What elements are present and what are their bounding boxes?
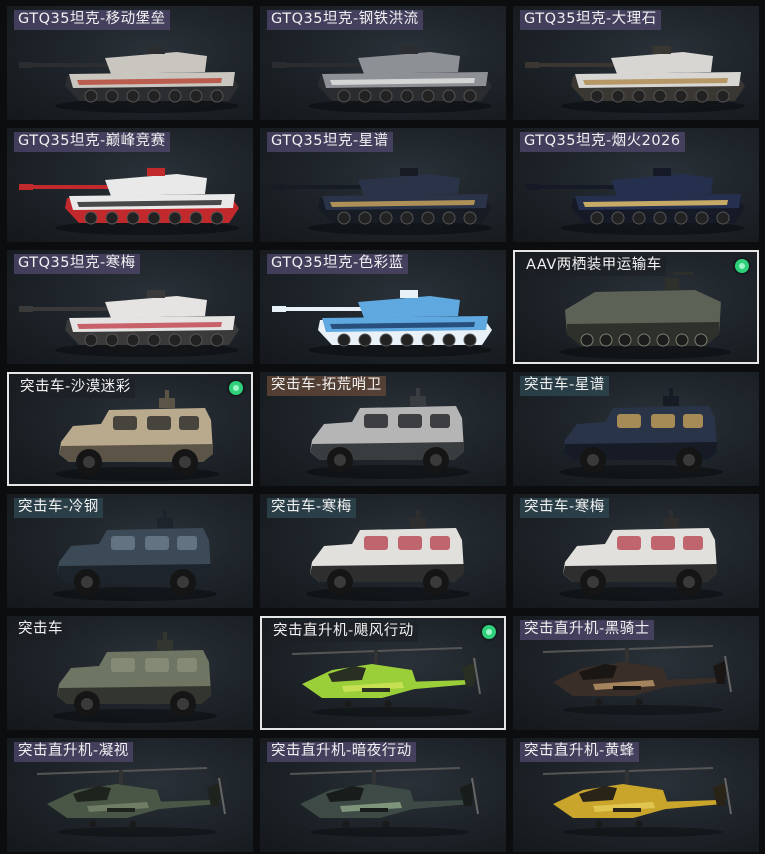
- vehicle-skin-card[interactable]: 突击直升机-暗夜行动: [260, 738, 506, 852]
- vehicle-skin-name: GTQ35坦克-巅峰竞赛: [14, 132, 170, 152]
- tank-illustration: [19, 46, 239, 113]
- vehicle-skin-name: GTQ35坦克-寒梅: [14, 254, 140, 274]
- helicopter-illustration: [36, 767, 226, 837]
- vehicle-skin-name: 突击直升机-黄蜂: [520, 742, 639, 762]
- vehicle-skin-name: 突击直升机-暗夜行动: [267, 742, 416, 762]
- vehicle-skin-name: 突击直升机-飓风行动: [269, 622, 418, 642]
- aav-illustration: [559, 272, 731, 359]
- vehicle-skin-card[interactable]: AAV两栖装甲运输车: [513, 250, 759, 364]
- vehicle-skin-name: 突击车-寒梅: [520, 498, 609, 518]
- vehicle-skin-card[interactable]: GTQ35坦克-移动堡垒: [7, 6, 253, 120]
- tank-illustration: [525, 46, 745, 113]
- vehicle-skin-name: GTQ35坦克-钢铁洪流: [267, 10, 423, 30]
- helicopter-illustration: [289, 767, 479, 837]
- vehicle-skin-card[interactable]: 突击直升机-黄蜂: [513, 738, 759, 852]
- assault-car-illustration: [306, 388, 470, 479]
- assault-car-illustration: [559, 510, 723, 601]
- vehicle-skin-name: 突击车-沙漠迷彩: [16, 378, 135, 398]
- vehicle-skin-card[interactable]: GTQ35坦克-寒梅: [7, 250, 253, 364]
- vehicle-skin-card[interactable]: 突击车-冷钢: [7, 494, 253, 608]
- vehicle-skin-card[interactable]: 突击车-星谱: [513, 372, 759, 486]
- vehicle-skin-name: 突击车-寒梅: [267, 498, 356, 518]
- tank-illustration: [19, 168, 239, 235]
- equipped-indicator-icon: [482, 625, 496, 639]
- vehicle-skin-name: 突击车-冷钢: [14, 498, 103, 518]
- vehicle-skin-name: 突击直升机-黑骑士: [520, 620, 654, 640]
- vehicle-skin-name: GTQ35坦克-大理石: [520, 10, 661, 30]
- vehicle-skin-name: GTQ35坦克-色彩蓝: [267, 254, 408, 274]
- vehicle-skin-grid: GTQ35坦克-移动堡垒 GTQ35坦克-钢铁洪流 GTQ35坦克-大理石 GTQ35…: [0, 0, 765, 854]
- vehicle-skin-card[interactable]: 突击车-沙漠迷彩: [7, 372, 253, 486]
- vehicle-skin-card[interactable]: GTQ35坦克-烟火2026: [513, 128, 759, 242]
- vehicle-skin-card[interactable]: 突击车-寒梅: [513, 494, 759, 608]
- assault-car-illustration: [55, 390, 219, 481]
- vehicle-skin-name: 突击车-星谱: [520, 376, 609, 396]
- assault-car-illustration: [53, 510, 217, 601]
- assault-car-illustration: [306, 510, 470, 601]
- vehicle-skin-card[interactable]: 突击车: [7, 616, 253, 730]
- vehicle-skin-name: 突击车: [14, 620, 67, 640]
- helicopter-illustration: [291, 647, 481, 717]
- vehicle-skin-card[interactable]: 突击车-寒梅: [260, 494, 506, 608]
- vehicle-skin-card[interactable]: GTQ35坦克-星谱: [260, 128, 506, 242]
- vehicle-skin-card[interactable]: 突击车-拓荒哨卫: [260, 372, 506, 486]
- vehicle-skin-name: GTQ35坦克-烟火2026: [520, 132, 685, 152]
- tank-illustration: [272, 168, 492, 235]
- tank-illustration: [525, 168, 745, 235]
- helicopter-illustration: [542, 645, 732, 715]
- vehicle-skin-card[interactable]: 突击直升机-黑骑士: [513, 616, 759, 730]
- assault-car-illustration: [53, 632, 217, 723]
- vehicle-skin-card[interactable]: GTQ35坦克-色彩蓝: [260, 250, 506, 364]
- vehicle-skin-name: AAV两栖装甲运输车: [522, 256, 666, 276]
- equipped-indicator-icon: [229, 381, 243, 395]
- vehicle-skin-name: 突击直升机-凝视: [14, 742, 133, 762]
- helicopter-illustration: [542, 767, 732, 837]
- vehicle-skin-name: GTQ35坦克-星谱: [267, 132, 393, 152]
- assault-car-illustration: [559, 388, 723, 479]
- equipped-indicator-icon: [735, 259, 749, 273]
- tank-illustration: [272, 46, 492, 113]
- tank-illustration: [19, 290, 239, 357]
- vehicle-skin-card[interactable]: GTQ35坦克-钢铁洪流: [260, 6, 506, 120]
- vehicle-skin-card[interactable]: 突击直升机-飓风行动: [260, 616, 506, 730]
- vehicle-skin-card[interactable]: GTQ35坦克-大理石: [513, 6, 759, 120]
- vehicle-skin-name: GTQ35坦克-移动堡垒: [14, 10, 170, 30]
- vehicle-skin-card[interactable]: GTQ35坦克-巅峰竞赛: [7, 128, 253, 242]
- vehicle-skin-card[interactable]: 突击直升机-凝视: [7, 738, 253, 852]
- tank-illustration: [272, 290, 492, 357]
- vehicle-skin-name: 突击车-拓荒哨卫: [267, 376, 386, 396]
